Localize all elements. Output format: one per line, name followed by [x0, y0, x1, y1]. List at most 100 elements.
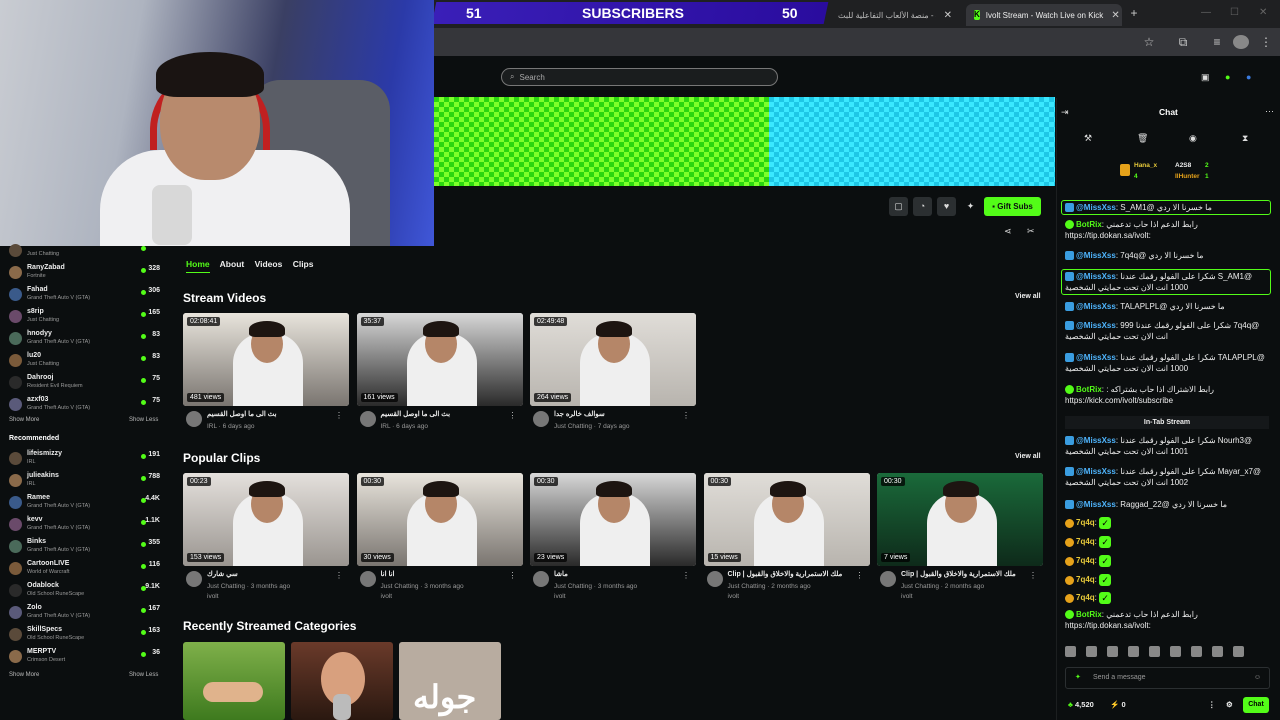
- menu-icon[interactable]: ⋮: [1259, 35, 1273, 49]
- thumbnail[interactable]: 00:30 23 views: [530, 473, 696, 566]
- chat-username[interactable]: BotRix: [1076, 385, 1102, 394]
- chat-username[interactable]: 7q4q: [1076, 593, 1095, 602]
- hammer-icon[interactable]: ⚒: [1084, 133, 1092, 144]
- emote-icon[interactable]: [1212, 646, 1223, 657]
- sidebar-channel-item[interactable]: CartoonLIVE World of Warcraft 116: [0, 558, 170, 580]
- new-tab-button[interactable]: +: [1127, 6, 1141, 20]
- card-channel[interactable]: ivolt: [728, 593, 740, 600]
- avatar[interactable]: [880, 571, 896, 587]
- inbox-icon[interactable]: ▣: [1201, 72, 1210, 83]
- thumbnail[interactable]: 00:30 15 views: [703, 473, 870, 566]
- chat-message[interactable]: 7q4q: ✓: [1065, 555, 1270, 567]
- chat-username[interactable]: @MissXss: [1076, 251, 1116, 260]
- more-options-icon[interactable]: ⋮: [682, 571, 690, 580]
- gift-subs-button[interactable]: ▪ Gift Subs: [984, 197, 1041, 216]
- thumbnail[interactable]: 00:30 30 views: [356, 473, 523, 566]
- category-card[interactable]: [291, 642, 393, 720]
- profile-avatar[interactable]: [1233, 35, 1249, 49]
- chat-message[interactable]: 7q4q: ✓: [1065, 592, 1270, 604]
- more-options-icon[interactable]: ⋮: [335, 571, 343, 580]
- card-title[interactable]: ملك الاستمرارية والاخلاق والقبول | Clip: [901, 570, 1016, 578]
- video-card[interactable]: 02:08:41 481 views بث الى ما اوصل القسيم IR…: [183, 313, 349, 430]
- card-category[interactable]: IRL: [207, 423, 217, 430]
- chat-username[interactable]: @MissXss: [1076, 272, 1116, 281]
- chat-message[interactable]: 7q4q: ✓: [1065, 574, 1270, 586]
- collapse-chat-icon[interactable]: ⇥: [1061, 107, 1069, 118]
- chat-username[interactable]: BotRix: [1076, 610, 1102, 619]
- thumbnail[interactable]: 35:37 161 views: [356, 313, 523, 406]
- hourglass-icon[interactable]: ⧗: [1242, 133, 1248, 144]
- card-category[interactable]: Just Chatting: [554, 423, 592, 430]
- thumbnail[interactable]: 00:30 7 views: [877, 473, 1043, 566]
- card-category[interactable]: IRL: [381, 423, 391, 430]
- chat-message[interactable]: @MissXss: @Nourh3 شكرا على الفولو رقمك ع…: [1065, 435, 1270, 457]
- more-options-icon[interactable]: ⋮: [682, 411, 690, 420]
- avatar[interactable]: [533, 571, 549, 587]
- card-channel[interactable]: ivolt: [554, 593, 566, 600]
- sidebar-channel-item[interactable]: lu20 Just Chatting 83: [0, 350, 170, 372]
- video-card[interactable]: 02:49:48 264 views سوالف خالره جدا Just Cha…: [530, 313, 696, 430]
- sidebar-channel-item[interactable]: julieakins IRL 788: [0, 470, 170, 492]
- chat-username[interactable]: @MissXss: [1076, 321, 1116, 330]
- card-channel[interactable]: ivolt: [381, 593, 393, 600]
- clip-card[interactable]: 00:23 153 views سي شارك Just Chatting · 3 m…: [183, 473, 349, 600]
- card-category[interactable]: Just Chatting: [901, 583, 939, 590]
- card-channel[interactable]: ivolt: [901, 593, 913, 600]
- avatar[interactable]: [359, 571, 376, 587]
- clip-card[interactable]: 00:30 7 views ملك الاستمرارية والاخلاق وال…: [877, 473, 1043, 600]
- window-close-icon[interactable]: ✕: [1259, 7, 1267, 18]
- theatre-icon[interactable]: ▢: [889, 197, 908, 216]
- sidebar-channel-item[interactable]: Fahad Grand Theft Auto V (GTA) 306: [0, 284, 170, 306]
- clip-card[interactable]: 00:30 30 views انا انا Just Chatting · 3 mo…: [356, 473, 523, 600]
- card-category[interactable]: Just Chatting: [207, 583, 245, 590]
- more-options-icon[interactable]: ⋮: [335, 411, 343, 420]
- emote-icon[interactable]: [1065, 646, 1076, 657]
- chat-message[interactable]: BotRix: رابط الدعم اذا حاب تدعمني :https…: [1065, 219, 1270, 241]
- sidebar-channel-item[interactable]: kevv Grand Theft Auto V (GTA) 1.1K: [0, 514, 170, 536]
- avatar[interactable]: [533, 411, 549, 427]
- pin-icon[interactable]: ✦: [961, 197, 980, 216]
- more-options-icon[interactable]: ⋮: [856, 571, 864, 580]
- chat-message[interactable]: 7q4q: ✓: [1065, 536, 1270, 548]
- notification-bell-icon[interactable]: ◔: [913, 197, 932, 216]
- tab-videos[interactable]: Videos: [255, 259, 283, 269]
- chat-message-input[interactable]: ✦ Send a message ☺: [1065, 667, 1270, 689]
- show-more-link[interactable]: Show More: [9, 672, 39, 678]
- extensions-icon[interactable]: ⧉: [1176, 35, 1190, 49]
- card-title[interactable]: سي شارك: [207, 570, 238, 578]
- chat-username[interactable]: @MissXss: [1076, 203, 1116, 212]
- minimize-icon[interactable]: —: [1201, 7, 1211, 18]
- card-category[interactable]: Just Chatting: [381, 583, 419, 590]
- chat-username[interactable]: @MissXss: [1076, 500, 1116, 509]
- emote-icon[interactable]: [1086, 646, 1097, 657]
- avatar[interactable]: [186, 411, 202, 427]
- chat-message[interactable]: @MissXss: @Mayar_x7 شكرا على الفولو رقمك…: [1065, 466, 1270, 488]
- view-all-videos-link[interactable]: View all: [1015, 293, 1041, 300]
- sidebar-channel-item[interactable]: Dahrooj Resident Evil Requiem 75: [0, 372, 170, 394]
- emote-icon[interactable]: [1191, 646, 1202, 657]
- more-options-icon[interactable]: ⋮: [1029, 571, 1037, 580]
- trash-icon[interactable]: 🗑: [1137, 133, 1148, 144]
- video-card[interactable]: 35:37 161 views بث الى ما اوصل القسيم IRL ·…: [356, 313, 523, 430]
- card-title[interactable]: انا انا: [381, 570, 395, 578]
- chat-username[interactable]: 7q4q: [1076, 575, 1095, 584]
- more-options-icon[interactable]: ⋮: [509, 571, 517, 580]
- show-less-link[interactable]: Show Less: [129, 417, 158, 423]
- tab-home[interactable]: Home: [186, 259, 210, 273]
- sidebar-channel-item[interactable]: MERPTV Crimson Desert 36: [0, 646, 170, 668]
- chat-username[interactable]: @MissXss: [1076, 436, 1116, 445]
- view-all-clips-link[interactable]: View all: [1015, 453, 1041, 460]
- category-card[interactable]: [183, 642, 285, 720]
- maximize-icon[interactable]: ☐: [1230, 7, 1239, 18]
- chat-gear-icon[interactable]: ⚙: [1226, 700, 1233, 709]
- chat-settings-icon[interactable]: ⋯: [1265, 106, 1274, 117]
- send-chat-button[interactable]: Chat: [1243, 697, 1269, 713]
- chat-message[interactable]: @MissXss: @TALAPLPL شكرا على الفولو رقمك…: [1065, 352, 1270, 374]
- chat-more-icon[interactable]: ⋮: [1208, 700, 1216, 709]
- sidebar-channel-item[interactable]: lifeismizzy IRL 191: [0, 448, 170, 470]
- in-tab-stream-label[interactable]: In-Tab Stream: [1065, 416, 1269, 429]
- emote-icon[interactable]: [1149, 646, 1160, 657]
- card-title[interactable]: ملك الاستمرارية والاخلاق والقبول | Clip: [728, 570, 843, 578]
- chat-message[interactable]: @MissXss: ما خسرنا الا ردي @7q4q: [1065, 250, 1270, 261]
- chat-message[interactable]: @MissXss: ما خسرنا الا ردي @TALAPLPL: [1065, 301, 1270, 312]
